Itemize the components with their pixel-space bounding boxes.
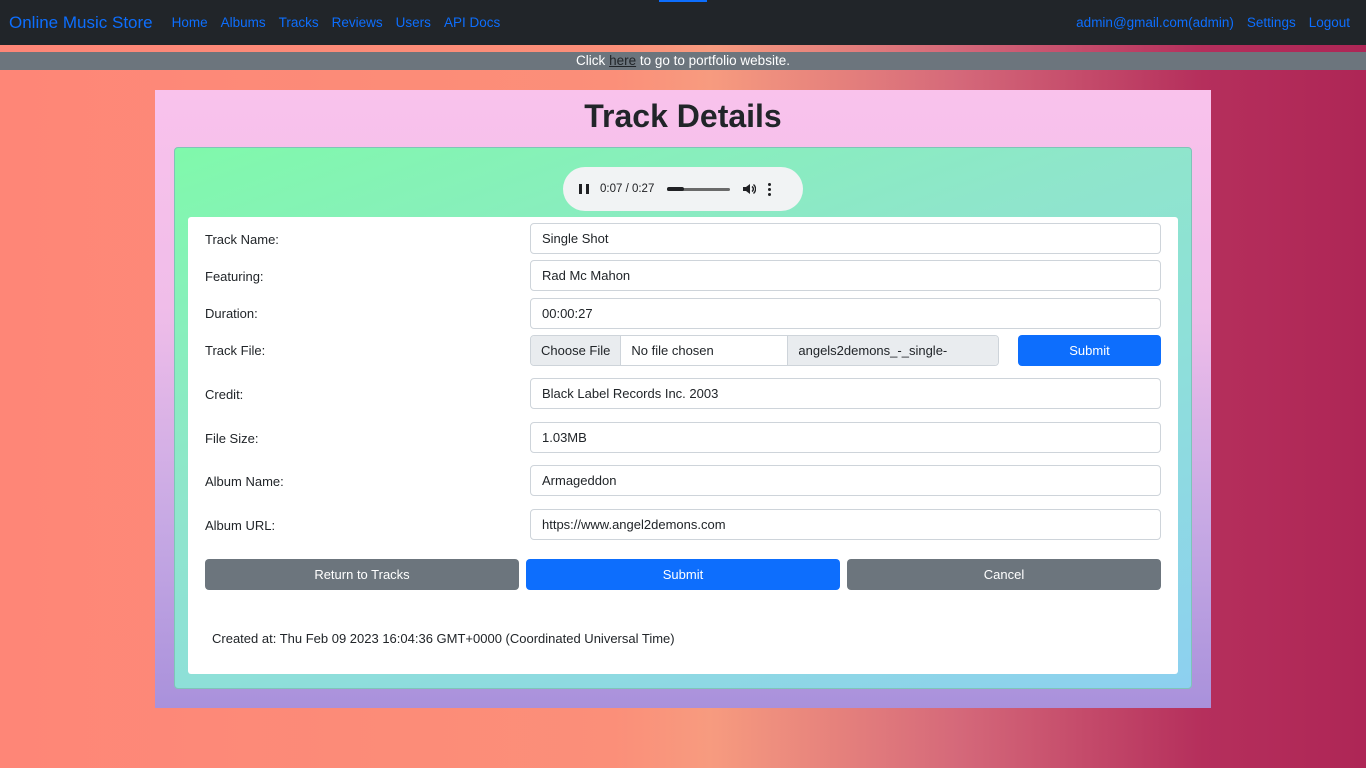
track-name-input[interactable] xyxy=(530,223,1161,254)
pause-icon[interactable] xyxy=(579,184,589,194)
return-to-tracks-button[interactable]: Return to Tracks xyxy=(205,559,519,590)
track-file-input-group: Choose File No file chosen angels2demons… xyxy=(530,335,999,366)
audio-seek-progress xyxy=(667,186,684,191)
more-options-icon[interactable] xyxy=(768,182,772,196)
duration-input[interactable] xyxy=(530,298,1161,329)
track-details-container: 0:07 / 0:27 Track Name: Featuring: Durat… xyxy=(174,147,1192,689)
banner-prefix: Click xyxy=(576,53,606,68)
page-title: Track Details xyxy=(584,98,782,134)
brand-link[interactable]: Online Music Store xyxy=(9,13,153,33)
credit-label: Credit: xyxy=(205,387,244,402)
nav-logout-link[interactable]: Logout xyxy=(1309,15,1350,30)
nav-api-docs-link[interactable]: API Docs xyxy=(444,15,500,30)
banner-suffix: to go to portfolio website. xyxy=(639,53,790,68)
choose-file-button[interactable]: Choose File xyxy=(531,336,622,365)
audio-seek-bar[interactable] xyxy=(667,186,731,191)
upload-track-submit-button[interactable]: Submit xyxy=(1018,335,1161,366)
track-file-label: Track File: xyxy=(205,343,266,358)
audio-time: 0:07 / 0:27 xyxy=(600,183,655,195)
nav-settings-link[interactable]: Settings xyxy=(1247,15,1296,30)
track-name-label: Track Name: xyxy=(205,232,279,247)
nav-tracks-link[interactable]: Tracks xyxy=(279,15,319,30)
track-form-card: Track Name: Featuring: Duration: Track F… xyxy=(188,217,1178,674)
nav-user-link[interactable]: admin@gmail.com(admin) xyxy=(1076,15,1234,30)
track-details-panel: Track Details 0:07 / 0:27 Track Name: Fe… xyxy=(155,90,1211,708)
featuring-input[interactable] xyxy=(530,260,1161,291)
file-chosen-status: No file chosen xyxy=(621,336,789,365)
nav-users-link[interactable]: Users xyxy=(396,15,431,30)
nav-active-indicator xyxy=(659,0,707,2)
nav-user-area: admin@gmail.com(admin) Settings Logout xyxy=(1063,15,1350,30)
file-size-label: File Size: xyxy=(205,431,259,446)
featuring-label: Featuring: xyxy=(205,269,264,284)
file-size-input[interactable] xyxy=(530,422,1161,453)
volume-icon[interactable] xyxy=(743,183,757,195)
navbar: Online Music Store Home Albums Tracks Re… xyxy=(0,0,1366,45)
banner-here-link[interactable]: here xyxy=(609,53,636,68)
nav-albums-link[interactable]: Albums xyxy=(221,15,266,30)
nav-home-link[interactable]: Home xyxy=(172,15,208,30)
created-at-text: Created at: Thu Feb 09 2023 16:04:36 GMT… xyxy=(212,631,675,646)
cancel-button[interactable]: Cancel xyxy=(847,559,1161,590)
audio-player[interactable]: 0:07 / 0:27 xyxy=(563,167,803,211)
current-track-filename: angels2demons_-_single-shot.mp3 xyxy=(788,336,998,365)
portfolio-banner: Click here to go to portfolio website. xyxy=(0,52,1366,70)
album-url-label: Album URL: xyxy=(205,518,276,533)
credit-input[interactable] xyxy=(530,378,1161,409)
nav-reviews-link[interactable]: Reviews xyxy=(332,15,383,30)
album-name-input[interactable] xyxy=(530,465,1161,496)
duration-label: Duration: xyxy=(205,306,258,321)
album-name-label: Album Name: xyxy=(205,474,284,489)
album-url-input[interactable] xyxy=(530,509,1161,540)
submit-button[interactable]: Submit xyxy=(526,559,840,590)
